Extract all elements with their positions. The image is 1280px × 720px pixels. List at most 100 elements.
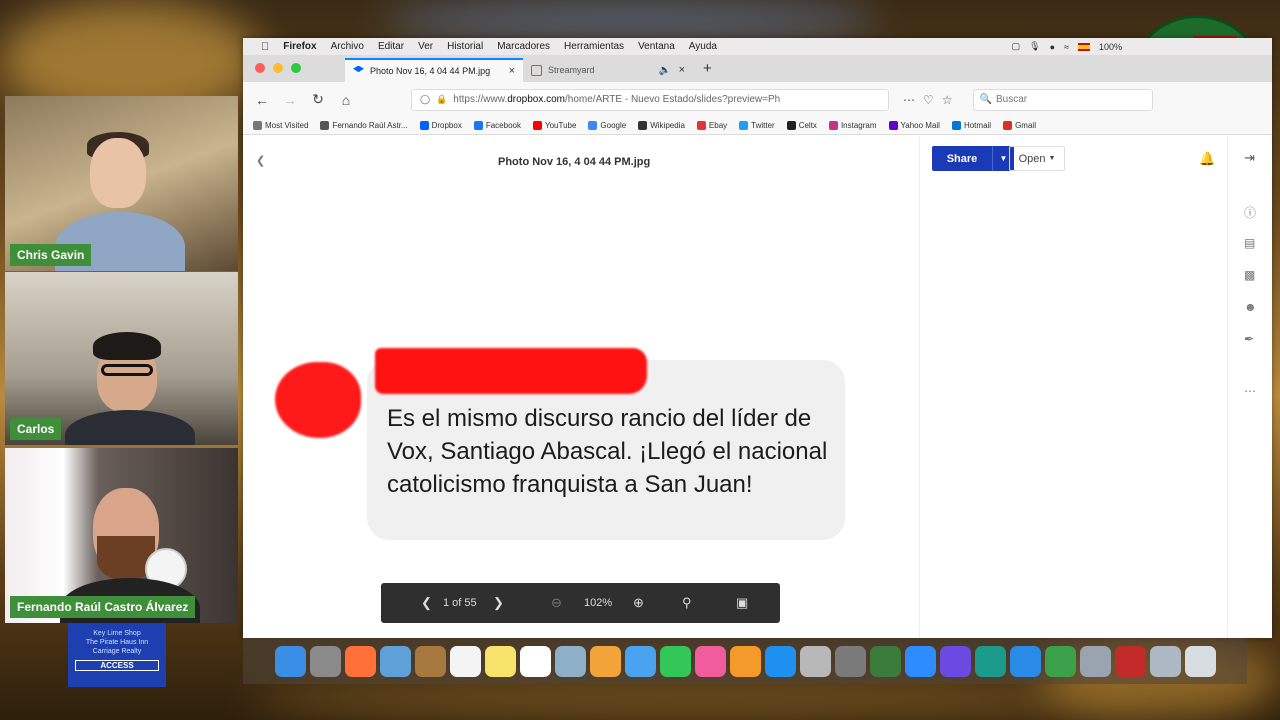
- tab-dropbox-photo[interactable]: Photo Nov 16, 4 04 44 PM.jpg ×: [345, 58, 523, 82]
- imovie-star-icon[interactable]: [940, 645, 971, 677]
- reload-icon[interactable]: ↻: [307, 89, 329, 111]
- lock-icon[interactable]: 🔒: [436, 94, 447, 105]
- menu-ver[interactable]: Ver: [418, 41, 433, 52]
- menu-marcadores[interactable]: Marcadores: [497, 41, 550, 52]
- home-icon[interactable]: ⌂: [335, 89, 357, 111]
- share-nodes-icon[interactable]: ⚲: [682, 583, 692, 623]
- finder-icon[interactable]: [275, 645, 306, 677]
- messages-blue-icon[interactable]: [625, 645, 656, 677]
- search-input[interactable]: [995, 94, 1136, 105]
- signature-icon[interactable]: ✒: [1244, 332, 1254, 346]
- menu-firefox[interactable]: Firefox: [283, 41, 316, 52]
- menu-ventana[interactable]: Ventana: [638, 41, 675, 52]
- presentation-icon[interactable]: ▣: [736, 583, 748, 623]
- zoom-window-button[interactable]: [291, 63, 301, 73]
- new-tab-button[interactable]: +: [693, 60, 722, 82]
- person-icon[interactable]: ☻: [1244, 300, 1257, 314]
- tab-title: Streamyard: [548, 65, 595, 75]
- zoom-in-icon[interactable]: ⊕: [633, 583, 644, 623]
- dreamweaver-icon[interactable]: [975, 645, 1006, 677]
- activity-chart-icon[interactable]: ▩: [1244, 268, 1255, 282]
- menu-historial[interactable]: Historial: [447, 41, 483, 52]
- speaker-icon[interactable]: 🔈: [659, 65, 671, 76]
- collapse-panel-icon[interactable]: ⇥: [1244, 150, 1255, 166]
- stickies-icon[interactable]: [485, 645, 516, 677]
- open-button[interactable]: Open ▼: [1009, 146, 1065, 171]
- chevron-left-icon[interactable]: ❮: [256, 154, 265, 167]
- bookmark-label: Hotmail: [963, 121, 992, 130]
- notes-brown-icon[interactable]: [415, 645, 446, 677]
- info-icon[interactable]: ⓘ: [1244, 204, 1256, 221]
- tab-streamyard[interactable]: Streamyard 🔈 ×: [523, 58, 693, 82]
- menu-ayuda[interactable]: Ayuda: [689, 41, 717, 52]
- photos-icon[interactable]: [590, 645, 621, 677]
- page-indicator: 1 of 55: [443, 597, 477, 609]
- menu-editar[interactable]: Editar: [378, 41, 404, 52]
- case-icon[interactable]: [1115, 645, 1146, 677]
- screens-icon[interactable]: ▢: [1012, 41, 1021, 52]
- bookmark-item[interactable]: Google: [588, 121, 626, 130]
- photos-browser-icon[interactable]: [555, 645, 586, 677]
- menu-archivo[interactable]: Archivo: [331, 41, 364, 52]
- system-preferences-icon[interactable]: [835, 645, 866, 677]
- more-actions-icon[interactable]: ⋯: [903, 93, 915, 107]
- bookmark-item[interactable]: Wikipedia: [638, 121, 685, 130]
- shield-icon[interactable]: ◯: [420, 94, 430, 105]
- url-bar[interactable]: ◯ 🔒 https://www. dropbox.com/home/ARTE - …: [411, 88, 889, 111]
- next-page-icon[interactable]: ❯: [493, 583, 504, 623]
- input-source-icon[interactable]: [1077, 42, 1090, 51]
- utility-icon[interactable]: [1080, 645, 1111, 677]
- bookmark-item[interactable]: Instagram: [828, 121, 877, 130]
- more-options-icon[interactable]: ⋯: [1244, 384, 1256, 398]
- bookmark-star-icon[interactable]: ☆: [942, 93, 953, 107]
- close-window-button[interactable]: [255, 63, 265, 73]
- preview-icon[interactable]: [380, 645, 411, 677]
- bookmark-item[interactable]: Twitter: [739, 121, 775, 130]
- bookmark-item[interactable]: Fernando Raúl Astr...: [320, 121, 408, 130]
- files-icon[interactable]: [800, 645, 831, 677]
- books-icon[interactable]: [730, 645, 761, 677]
- archive-icon[interactable]: [1150, 645, 1181, 677]
- mic-icon[interactable]: 🎙: [1029, 41, 1040, 52]
- textedit-icon[interactable]: [520, 645, 551, 677]
- pocket-icon[interactable]: ♡: [923, 93, 934, 107]
- share-button[interactable]: Share: [932, 146, 992, 171]
- preview-image: Es el mismo discurso rancio del líder de…: [271, 346, 891, 548]
- bookmark-item[interactable]: YouTube: [532, 121, 576, 130]
- photoshop-icon[interactable]: [870, 645, 901, 677]
- bell-icon[interactable]: 🔔: [1199, 151, 1215, 167]
- search-bar[interactable]: 🔍: [972, 88, 1153, 111]
- safari-icon[interactable]: [1010, 645, 1041, 677]
- bookmark-item[interactable]: Hotmail: [951, 121, 992, 130]
- network-globe-icon[interactable]: [1045, 645, 1076, 677]
- bookmark-item[interactable]: Dropbox: [419, 121, 462, 130]
- bookmark-item[interactable]: Gmail: [1003, 121, 1036, 130]
- apple-icon[interactable]: : [261, 41, 269, 53]
- bookmark-item[interactable]: Facebook: [473, 121, 521, 130]
- zoom-icon[interactable]: [905, 645, 936, 677]
- forward-arrow-icon[interactable]: →: [279, 89, 301, 111]
- wifi-icon[interactable]: ≈: [1064, 42, 1069, 52]
- bookmark-item[interactable]: Ebay: [696, 121, 727, 130]
- firefox-icon[interactable]: [345, 645, 376, 677]
- mac-menubar:  Firefox Archivo Editar Ver Historial M…: [243, 38, 1272, 55]
- comments-icon[interactable]: ▤: [1244, 236, 1255, 250]
- bookmark-item[interactable]: Most Visited: [253, 121, 308, 130]
- previous-page-icon[interactable]: ❮: [421, 583, 432, 623]
- bookmark-item[interactable]: Celtx: [786, 121, 817, 130]
- calendar-icon[interactable]: [450, 645, 481, 677]
- menu-herramientas[interactable]: Herramientas: [564, 41, 624, 52]
- itunes-icon[interactable]: [695, 645, 726, 677]
- facetime-icon[interactable]: [660, 645, 691, 677]
- back-arrow-icon[interactable]: ←: [251, 89, 273, 111]
- close-tab-icon[interactable]: ×: [509, 65, 515, 77]
- close-tab-icon[interactable]: ×: [679, 64, 685, 76]
- minimize-window-button[interactable]: [273, 63, 283, 73]
- trash-icon[interactable]: [1185, 645, 1216, 677]
- camera-icon[interactable]: ●: [1050, 42, 1055, 52]
- launchpad-icon[interactable]: [310, 645, 341, 677]
- viewer-toolbar: ❮ 1 of 55 ❯ ⊖ 102% ⊕ ⚲ ▣: [381, 583, 780, 623]
- zoom-out-icon[interactable]: ⊖: [551, 583, 562, 623]
- bookmark-item[interactable]: Yahoo Mail: [888, 121, 940, 130]
- app-store-icon[interactable]: [765, 645, 796, 677]
